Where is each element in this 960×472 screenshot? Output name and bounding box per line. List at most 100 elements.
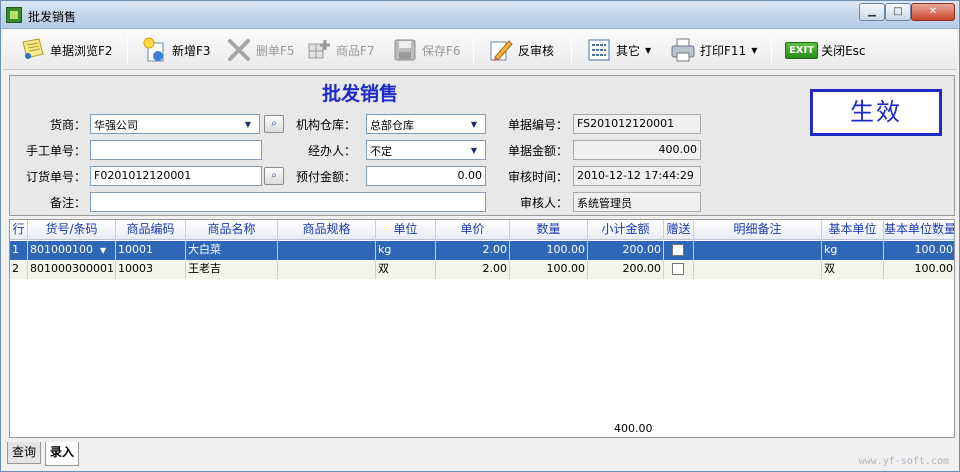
warehouse-label: 机构仓库：: [295, 118, 356, 132]
minimize-button[interactable]: ▁: [859, 3, 885, 21]
gift-checkbox[interactable]: [672, 263, 684, 275]
close-window-button[interactable]: ✕: [911, 3, 955, 21]
column-header[interactable]: 明细备注: [694, 220, 822, 240]
floppy-disk-icon: [391, 36, 419, 64]
cell-qty[interactable]: 100.00: [510, 241, 588, 260]
bottom-tab-bar: 查询 录入 www.yf-soft.com: [3, 440, 957, 471]
tab-entry[interactable]: 录入: [45, 442, 80, 466]
edit-pencil-icon: [487, 36, 515, 64]
chevron-down-icon[interactable]: ▼: [100, 241, 106, 260]
cell-base-unit: kg: [822, 241, 884, 260]
cell-code[interactable]: 10001: [116, 241, 186, 260]
column-header[interactable]: 基本单位数量: [884, 220, 954, 240]
other-menu-button[interactable]: 其它 ▼: [585, 33, 651, 67]
maximize-button[interactable]: □: [885, 3, 911, 21]
product-grid-icon: [305, 36, 333, 64]
browse-label: 单据浏览F2: [50, 43, 113, 58]
remark-label: 备注：: [49, 196, 86, 210]
audit-time-label: 审核时间：: [507, 170, 568, 184]
cell-name[interactable]: 王老吉: [186, 260, 278, 279]
print-menu-button[interactable]: 打印F11 ▼: [669, 33, 757, 67]
order-lookup-binoculars-icon[interactable]: ⌕: [264, 167, 284, 185]
cell-code[interactable]: 10003: [116, 260, 186, 279]
manual-no-label: 手工单号：: [25, 144, 86, 158]
printer-icon: [669, 36, 697, 64]
close-button[interactable]: EXIT 关闭Esc: [785, 33, 866, 67]
handler-field[interactable]: 不定 ▼: [366, 140, 486, 160]
chevron-down-icon: ▼: [751, 45, 758, 55]
column-header[interactable]: 商品编码: [116, 220, 186, 240]
cell-base-qty: 100.00: [884, 260, 954, 279]
tab-query[interactable]: 查询: [7, 442, 42, 464]
remark-field[interactable]: [90, 192, 486, 212]
window-title: 批发销售: [28, 10, 77, 24]
other-label: 其它: [616, 43, 641, 58]
order-no-field[interactable]: F0201012120001: [90, 166, 262, 186]
column-header[interactable]: 单位: [376, 220, 436, 240]
cell-spec[interactable]: [278, 241, 376, 260]
doc-no-label: 单据编号：: [507, 118, 568, 132]
cell-price[interactable]: 2.00: [436, 241, 510, 260]
doc-no-field: FS201012120001: [573, 114, 701, 134]
cell-note[interactable]: [694, 241, 822, 260]
add-button[interactable]: 新增F3: [141, 33, 211, 67]
column-header[interactable]: 数量: [510, 220, 588, 240]
cell-base-qty: 100.00: [884, 241, 954, 260]
status-badge: 生效: [810, 89, 942, 136]
cell-gift: [664, 260, 694, 279]
cell-subtotal: 200.00: [588, 260, 664, 279]
prepay-field[interactable]: 0.00: [366, 166, 486, 186]
app-icon: [6, 7, 22, 23]
save-button[interactable]: 保存F6: [391, 33, 461, 67]
prepay-label: 预付金额：: [295, 170, 356, 184]
cell-unit[interactable]: kg: [376, 241, 436, 260]
toolbar-separator: [771, 36, 772, 64]
column-header[interactable]: 行: [10, 220, 28, 240]
cell-subtotal: 200.00: [588, 241, 664, 260]
table-row[interactable]: 1 801000100 ▼ 10001 大白菜 kg 2.00 100.00 2…: [10, 241, 954, 260]
cell-name[interactable]: 大白菜: [186, 241, 278, 260]
product-button[interactable]: 商品F7: [305, 33, 375, 67]
handler-label: 经办人：: [307, 144, 356, 158]
product-label: 商品F7: [336, 43, 375, 58]
column-header[interactable]: 基本单位: [822, 220, 884, 240]
browse-button[interactable]: 单据浏览F2: [19, 33, 113, 67]
warehouse-field[interactable]: 总部仓库 ▼: [366, 114, 486, 134]
cell-note[interactable]: [694, 260, 822, 279]
column-header[interactable]: 单价: [436, 220, 510, 240]
column-header[interactable]: 商品规格: [278, 220, 376, 240]
list-icon: [585, 36, 613, 64]
manual-no-field[interactable]: [90, 140, 262, 160]
supplier-field[interactable]: 华强公司 ▼: [90, 114, 260, 134]
chevron-down-icon[interactable]: ▼: [237, 115, 259, 133]
delete-x-icon: [225, 36, 253, 64]
chevron-down-icon[interactable]: ▼: [463, 115, 485, 133]
cell-unit[interactable]: 双: [376, 260, 436, 279]
cell-base-unit: 双: [822, 260, 884, 279]
handler-value: 不定: [370, 145, 392, 158]
detail-grid[interactable]: 行 货号/条码 商品编码 商品名称 商品规格 单位 单价 数量 小计金额 赠送 …: [9, 219, 955, 438]
cell-barcode[interactable]: 8010003000015: [28, 260, 116, 279]
supplier-lookup-binoculars-icon[interactable]: ⌕: [264, 115, 284, 133]
chevron-down-icon[interactable]: ▼: [463, 141, 485, 159]
cell-qty[interactable]: 100.00: [510, 260, 588, 279]
column-header[interactable]: 小计金额: [588, 220, 664, 240]
gift-checkbox[interactable]: [672, 244, 684, 256]
watermark: www.yf-soft.com: [858, 456, 949, 467]
form-title: 批发销售: [322, 83, 399, 105]
doc-amount-field: 400.00: [573, 140, 701, 160]
toolbar: 单据浏览F2 新增F3 删单F5 商品F7 保存F6 反审核 其它 ▼ 打印F1…: [3, 30, 957, 70]
table-row[interactable]: 2 8010003000015 10003 王老吉 双 2.00 100.00 …: [10, 260, 954, 279]
cell-price[interactable]: 2.00: [436, 260, 510, 279]
cell-spec[interactable]: [278, 260, 376, 279]
column-header[interactable]: 商品名称: [186, 220, 278, 240]
column-header[interactable]: 赠送: [664, 220, 694, 240]
save-label: 保存F6: [422, 43, 461, 58]
column-header[interactable]: 货号/条码: [28, 220, 116, 240]
add-label: 新增F3: [172, 43, 211, 58]
grid-total-amount: 400.00: [614, 422, 653, 435]
unaudit-label: 反审核: [518, 43, 555, 58]
unaudit-button[interactable]: 反审核: [487, 33, 554, 67]
title-bar[interactable]: 批发销售 ▁ □ ✕: [1, 1, 959, 29]
delete-button[interactable]: 删单F5: [225, 33, 295, 67]
